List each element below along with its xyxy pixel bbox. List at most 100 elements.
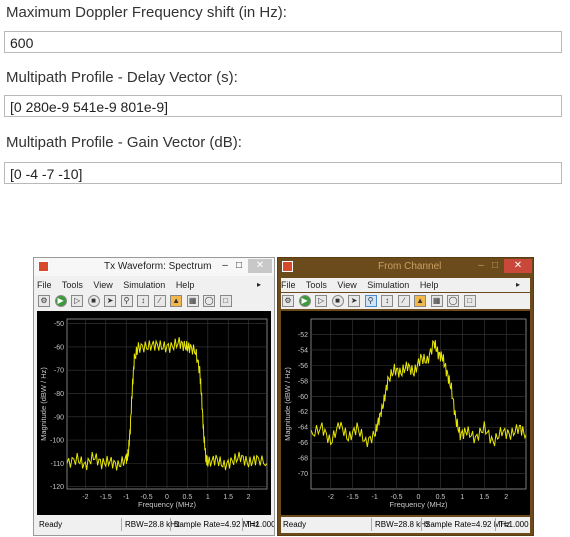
status-ready: Ready — [39, 520, 63, 529]
status-bar: Ready RBW=28.8 kHz Sample Rate=4.92 MHz … — [281, 517, 530, 533]
cursor-icon[interactable]: ▦ — [186, 295, 199, 307]
x-axis-label: Frequency (MHz) — [138, 500, 196, 509]
status-ready: Ready — [283, 520, 307, 529]
close-icon[interactable]: ✕ — [248, 259, 272, 273]
title-bar[interactable]: Tx Waveform: Spectrum – □ ✕ — [34, 258, 274, 276]
peak-finder-icon[interactable]: ▲ — [170, 295, 183, 307]
y-tick-label: -68 — [298, 456, 308, 463]
menu-bar: File Tools View Simulation Help ▸ — [281, 278, 530, 292]
from-channel-window: From Channel – □ ✕ File Tools View Simul… — [277, 257, 534, 536]
x-tick-label: -1.5 — [347, 494, 359, 501]
plot-area[interactable]: -2 -1.5 -1 -0.5 0 0.5 1 1.5 2 -50 -60 -70 -80 -90 -100… — [37, 311, 271, 515]
minimize-icon[interactable]: – — [476, 259, 486, 273]
cursor-icon[interactable]: ▦ — [430, 295, 443, 307]
peak-finder-icon[interactable]: ▲ — [414, 295, 427, 307]
run-icon[interactable]: ▶ — [298, 295, 311, 307]
step-icon[interactable]: ▷ — [71, 295, 84, 307]
zoom-icon[interactable]: ⚲ — [120, 295, 133, 307]
y-tick-label: -56 — [298, 363, 308, 370]
menu-overflow-icon[interactable]: ▸ — [516, 278, 520, 292]
gain-vector-label: Multipath Profile - Gain Vector (dB): — [6, 134, 242, 151]
maximize-icon[interactable]: □ — [234, 259, 244, 273]
autoscale-icon[interactable]: ↕ — [381, 295, 394, 307]
menu-tools[interactable]: Tools — [306, 280, 327, 290]
matlab-icon — [282, 261, 293, 272]
status-time: T=1.000 — [495, 518, 529, 531]
x-tick-label: -1 — [372, 494, 378, 501]
run-icon[interactable]: ▶ — [54, 295, 67, 307]
stop-icon[interactable]: ■ — [87, 295, 100, 307]
y-tick-label: -58 — [298, 378, 308, 385]
y-tick-label: -70 — [298, 471, 308, 478]
spectrum-plot: -2 -1.5 -1 -0.5 0 0.5 1 1.5 2-50-60-70-80-90-100… — [39, 318, 268, 509]
x-axis-label: Frequency (MHz) — [390, 500, 448, 509]
y-tick-label: -50 — [54, 321, 64, 328]
distortion-icon[interactable]: □ — [463, 295, 476, 307]
y-axis-label: Magnitude (dBW / Hz) — [39, 367, 48, 441]
settings-icon[interactable]: ⚙ — [282, 295, 294, 307]
y-tick-label: -62 — [298, 409, 308, 416]
gain-vector-field[interactable]: [0 -4 -7 -10] — [4, 162, 562, 184]
x-tick-label: 1 — [460, 494, 464, 501]
distortion-icon[interactable]: □ — [219, 295, 232, 307]
zoom-icon[interactable]: ⚲ — [364, 295, 377, 307]
stop-icon[interactable]: ■ — [331, 295, 344, 307]
x-tick-label: 1.5 — [223, 494, 233, 501]
menu-help[interactable]: Help — [176, 280, 195, 290]
y-tick-label: -120 — [50, 484, 64, 491]
matlab-icon — [38, 261, 49, 272]
close-icon[interactable]: ✕ — [504, 259, 532, 273]
menu-file[interactable]: File — [281, 280, 296, 290]
y-tick-label: -90 — [54, 414, 64, 421]
status-bar: Ready RBW=28.8 kHz Sample Rate=4.92 MHz … — [37, 517, 274, 533]
channel-icon[interactable]: ◯ — [447, 295, 460, 307]
minimize-icon[interactable]: – — [220, 259, 230, 273]
y-tick-label: -60 — [298, 394, 308, 401]
menu-view[interactable]: View — [337, 280, 356, 290]
x-tick-label: -1.5 — [100, 494, 112, 501]
x-tick-label: -2 — [328, 494, 334, 501]
toolbar: ⚙ ▶ ▷ ■ ➤ ⚲ ↕ ∕ ▲ ▦ ◯ □ — [281, 293, 530, 309]
y-tick-label: -64 — [298, 425, 308, 432]
menu-view[interactable]: View — [93, 280, 112, 290]
y-axis-label: Magnitude (dBW / Hz) — [283, 367, 292, 441]
menu-tools[interactable]: Tools — [62, 280, 83, 290]
delay-vector-label: Multipath Profile - Delay Vector (s): — [6, 69, 238, 86]
x-tick-label: 2 — [504, 494, 508, 501]
settings-icon[interactable]: ⚙ — [38, 295, 50, 307]
toolbar: ⚙ ▶ ▷ ■ ➤ ⚲ ↕ ∕ ▲ ▦ ◯ □ — [37, 293, 271, 309]
y-tick-label: -60 — [54, 344, 64, 351]
channel-icon[interactable]: ◯ — [203, 295, 216, 307]
menu-simulation[interactable]: Simulation — [367, 280, 409, 290]
measure-icon[interactable]: ∕ — [397, 295, 410, 307]
menu-overflow-icon[interactable]: ▸ — [257, 278, 261, 292]
y-tick-label: -70 — [54, 368, 64, 375]
y-tick-label: -100 — [50, 438, 64, 445]
plot-area[interactable]: -2 -1.5 -1 -0.5 0 0.5 1 1.5 2 -52 -54 -56 -58 -60 -62-… — [281, 311, 530, 515]
x-tick-label: 1 — [206, 494, 210, 501]
tx-spectrum-window: Tx Waveform: Spectrum – □ ✕ File Tools V… — [33, 257, 275, 536]
step-icon[interactable]: ▷ — [315, 295, 328, 307]
maximize-icon[interactable]: □ — [490, 259, 500, 273]
measure-icon[interactable]: ∕ — [153, 295, 166, 307]
window-title: Tx Waveform: Spectrum — [104, 261, 212, 272]
title-bar[interactable]: From Channel – □ ✕ — [278, 258, 533, 276]
x-tick-label: 2 — [247, 494, 251, 501]
autoscale-icon[interactable]: ↕ — [137, 295, 150, 307]
doppler-label: Maximum Doppler Frequency shift (in Hz): — [6, 4, 287, 21]
highlight-icon[interactable]: ➤ — [104, 295, 117, 307]
menu-simulation[interactable]: Simulation — [123, 280, 165, 290]
delay-vector-field[interactable]: [0 280e-9 541e-9 801e-9] — [4, 95, 562, 117]
doppler-field[interactable]: 600 — [4, 31, 562, 53]
spectrum-plot: -2 -1.5 -1 -0.5 0 0.5 1 1.5 2-52-54-56-58-60-62-… — [283, 318, 527, 509]
y-tick-label: -110 — [51, 461, 65, 468]
highlight-icon[interactable]: ➤ — [348, 295, 361, 307]
window-title: From Channel — [378, 261, 442, 272]
x-tick-label: -2 — [82, 494, 88, 501]
menu-help[interactable]: Help — [420, 280, 439, 290]
y-tick-label: -52 — [298, 332, 308, 339]
y-tick-label: -54 — [298, 347, 308, 354]
menu-bar: File Tools View Simulation Help ▸ — [37, 278, 271, 292]
x-tick-label: 1.5 — [479, 494, 489, 501]
menu-file[interactable]: File — [37, 280, 52, 290]
